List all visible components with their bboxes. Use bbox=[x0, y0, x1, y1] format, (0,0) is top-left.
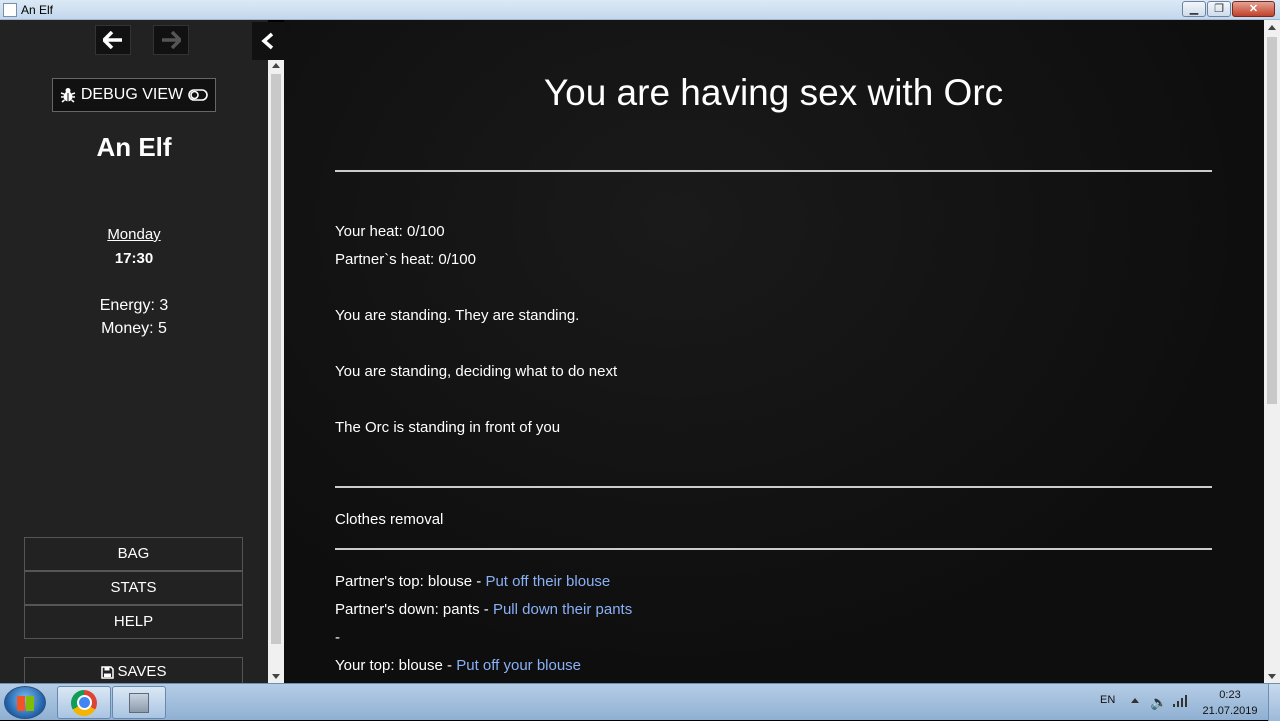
sidebar-scrollbar[interactable] bbox=[268, 60, 284, 683]
separator: - bbox=[479, 601, 493, 618]
clock-date[interactable]: 21.07.2019 bbox=[1196, 705, 1264, 717]
orc-position-text: The Orc is standing in front of you bbox=[335, 419, 561, 436]
clock-time[interactable]: 0:23 bbox=[1196, 689, 1264, 701]
start-button[interactable] bbox=[4, 686, 46, 719]
your-heat-text: Your heat: 0/100 bbox=[335, 223, 445, 240]
debug-view-label: DEBUG VIEW bbox=[80, 86, 184, 103]
tray-expand-icon[interactable] bbox=[1131, 698, 1139, 703]
position-text: You are standing. They are standing. bbox=[335, 307, 580, 324]
money-stat: Money: 5 bbox=[101, 320, 167, 337]
dash-text: - bbox=[335, 629, 340, 646]
time-label: 17:30 bbox=[114, 250, 154, 267]
separator: - bbox=[442, 657, 457, 674]
arrow-right-icon bbox=[162, 31, 181, 49]
partner-down-row: Partner's down: pants - Pull down their … bbox=[335, 601, 632, 618]
help-button[interactable]: HELP bbox=[24, 605, 243, 639]
scrollbar-thumb[interactable] bbox=[271, 74, 281, 644]
passage-title: You are having sex with Orc bbox=[543, 72, 1004, 113]
back-button[interactable] bbox=[95, 25, 131, 55]
window-title: An Elf bbox=[21, 3, 54, 17]
volume-icon[interactable]: 🔈 bbox=[1150, 694, 1167, 711]
section-title: Clothes removal bbox=[335, 511, 444, 528]
put-off-your-blouse-link[interactable]: Put off your blouse bbox=[456, 657, 581, 674]
divider bbox=[335, 170, 1212, 172]
maximize-button[interactable]: ❐ bbox=[1207, 1, 1231, 17]
passage-area: You are having sex with Orc Your heat: 0… bbox=[284, 20, 1264, 683]
chrome-icon bbox=[71, 689, 97, 716]
partner-heat-text: Partner`s heat: 0/100 bbox=[335, 251, 476, 268]
put-off-their-blouse-link[interactable]: Put off their blouse bbox=[485, 573, 610, 590]
bug-icon bbox=[60, 88, 76, 103]
scroll-up-arrow-icon[interactable] bbox=[1268, 25, 1276, 30]
partner-top-row: Partner's top: blouse - Put off their bl… bbox=[335, 573, 610, 590]
story-title: An Elf bbox=[96, 132, 172, 162]
collapse-sidebar-button[interactable] bbox=[252, 22, 284, 60]
network-icon[interactable] bbox=[1172, 694, 1188, 707]
forward-button[interactable] bbox=[153, 25, 189, 55]
main-scrollbar[interactable] bbox=[1264, 20, 1280, 683]
partner-top-label: Partner's top: blouse bbox=[335, 573, 473, 590]
deciding-text: You are standing, deciding what to do ne… bbox=[335, 363, 618, 380]
your-top-row: Your top: blouse - Put off your blouse bbox=[335, 657, 581, 674]
windows-logo-icon bbox=[17, 696, 34, 711]
scroll-up-arrow-icon[interactable] bbox=[272, 63, 280, 68]
app-window-icon bbox=[129, 692, 149, 713]
sidebar: DEBUG VIEW An Elf Monday 17:30 Energy: 3… bbox=[0, 20, 284, 687]
floppy-disk-icon bbox=[100, 665, 114, 679]
minimize-button[interactable]: ▁ bbox=[1182, 1, 1206, 17]
divider bbox=[335, 548, 1212, 550]
pull-down-their-pants-link[interactable]: Pull down their pants bbox=[493, 601, 632, 618]
energy-stat: Energy: 3 bbox=[99, 297, 169, 314]
app-icon bbox=[3, 3, 17, 17]
day-label: Monday bbox=[107, 226, 161, 243]
your-top-label: Your top: blouse bbox=[335, 657, 443, 674]
toggle-icon bbox=[188, 89, 208, 101]
debug-view-toggle[interactable]: DEBUG VIEW bbox=[52, 78, 216, 112]
divider bbox=[335, 486, 1212, 488]
separator: - bbox=[472, 573, 486, 590]
language-indicator[interactable]: EN bbox=[1100, 694, 1115, 706]
chevron-left-icon bbox=[261, 32, 274, 50]
stats-button[interactable]: STATS bbox=[24, 571, 243, 605]
bag-button[interactable]: BAG bbox=[24, 537, 243, 571]
taskbar-app[interactable] bbox=[112, 686, 166, 719]
scrollbar-thumb[interactable] bbox=[1267, 37, 1277, 404]
taskbar-chrome[interactable] bbox=[57, 686, 111, 719]
arrow-left-icon bbox=[103, 31, 122, 49]
window-titlebar: An Elf ▁ ❐ ✕ bbox=[0, 0, 1280, 20]
taskbar: EN 🔈 0:23 21.07.2019 bbox=[0, 683, 1280, 721]
close-button[interactable]: ✕ bbox=[1232, 1, 1275, 17]
show-desktop-button[interactable] bbox=[1268, 684, 1280, 721]
scroll-down-arrow-icon[interactable] bbox=[272, 674, 280, 679]
partner-down-label: Partner's down: pants bbox=[335, 601, 480, 618]
scroll-down-arrow-icon[interactable] bbox=[1268, 674, 1276, 679]
